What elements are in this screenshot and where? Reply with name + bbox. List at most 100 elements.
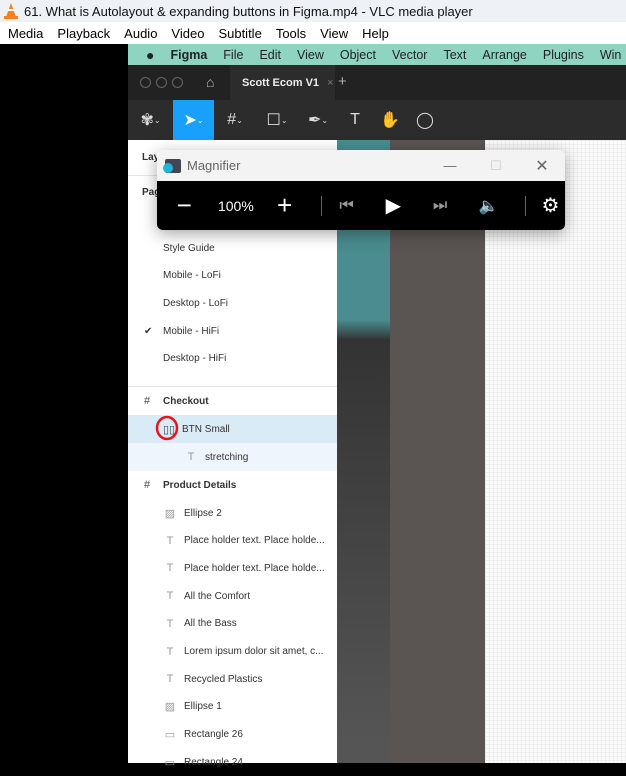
page-label: Mobile - LoFi — [163, 270, 221, 282]
menu-audio[interactable]: Audio — [124, 26, 163, 41]
magnifier-title: Magnifier — [187, 158, 241, 173]
menu-tools[interactable]: Tools — [276, 26, 312, 41]
layer-label: Lorem ipsum dolor sit amet, c... — [184, 646, 324, 657]
rectangle-icon: ▭ — [164, 756, 176, 769]
maximize-button[interactable]: ☐ — [473, 158, 519, 174]
menu-video[interactable]: Video — [171, 26, 210, 41]
layer-label: Product Details — [163, 479, 237, 491]
layer-item[interactable]: T Place holder text. Place holde... — [128, 554, 337, 582]
layer-label: All the Bass — [184, 618, 237, 630]
page-item[interactable]: Mobile - LoFi — [128, 262, 337, 290]
page-item[interactable]: ✔ Mobile - HiFi — [128, 317, 337, 345]
layer-label: Ellipse 1 — [184, 701, 222, 713]
comment-tool-button[interactable]: ◯ — [408, 100, 442, 140]
mac-menu-object[interactable]: Object — [340, 48, 376, 62]
layer-item[interactable]: ▨ Ellipse 2 — [128, 499, 337, 527]
next-icon[interactable]: ⏭ — [427, 181, 452, 230]
figma-app-menu[interactable]: Figma — [170, 48, 207, 62]
mac-menu-plugins[interactable]: Plugins — [543, 48, 584, 62]
menu-media[interactable]: Media — [8, 26, 49, 41]
text-icon: T — [166, 562, 174, 575]
canvas-image[interactable] — [337, 140, 390, 763]
layer-item[interactable]: T Recycled Plastics — [128, 665, 337, 693]
page-label: Mobile - HiFi — [163, 325, 220, 337]
layer-btn-small[interactable]: ▯▯ BTN Small — [128, 415, 337, 443]
frame-tool-button[interactable]: # ⌄ — [214, 100, 256, 140]
mac-menu-view[interactable]: View — [297, 48, 324, 62]
page-label: Desktop - LoFi — [163, 297, 229, 309]
menu-view[interactable]: View — [320, 26, 354, 41]
page-item[interactable]: Desktop - LoFi — [128, 289, 337, 317]
layer-label: Rectangle 24 — [184, 756, 243, 768]
new-tab-button[interactable]: + — [338, 73, 347, 90]
mac-menu-bar: ● Figma File Edit View Object Vector Text Arra… — [128, 44, 626, 65]
minimize-button[interactable]: — — [427, 158, 473, 173]
rectangle-icon: ▭ — [164, 729, 176, 742]
layer-item[interactable]: T All the Comfort — [128, 582, 337, 610]
frame-icon: # — [143, 395, 151, 407]
layer-label: Checkout — [163, 395, 209, 407]
mac-menu-vector[interactable]: Vector — [392, 48, 427, 62]
magnifier-titlebar: Magnifier — ☐ ✕ — [157, 150, 565, 181]
layer-text-stretching[interactable]: Tstretching — [128, 443, 337, 471]
pen-tool-button[interactable]: ✒ ⌄ — [298, 100, 338, 140]
text-tool-button[interactable]: T — [338, 100, 372, 140]
close-button[interactable]: ✕ — [519, 156, 565, 176]
layer-label: Place holder text. Place holde... — [184, 562, 325, 574]
magnifier-toolbar: − 100% + ⏮ ▶ ⏭ 🔈 ⚙ — [157, 181, 565, 230]
layer-frame-checkout[interactable]: # Checkout — [128, 387, 337, 415]
image-icon: ▨ — [164, 507, 176, 520]
mac-menu-file[interactable]: File — [223, 48, 243, 62]
canvas-frame[interactable] — [390, 140, 485, 763]
page-label: Style Guide — [163, 242, 215, 254]
previous-icon[interactable]: ⏮ — [334, 181, 359, 230]
page-item[interactable]: Desktop - HiFi — [128, 345, 337, 373]
settings-gear-icon[interactable]: ⚙ — [536, 181, 565, 230]
hand-tool-button[interactable]: ✋ — [372, 100, 408, 140]
layer-label: BTN Small — [182, 423, 230, 435]
mac-menu-edit[interactable]: Edit — [259, 48, 281, 62]
menu-subtitle[interactable]: Subtitle — [218, 26, 267, 41]
zoom-level: 100% — [217, 197, 254, 214]
menu-bar: Media Playback Audio Video Subtitle Tools View… — [0, 22, 626, 44]
text-icon: T — [166, 617, 174, 630]
canvas-background[interactable] — [485, 140, 626, 763]
text-icon: T — [166, 534, 174, 547]
page-label: Desktop - HiFi — [163, 353, 227, 365]
layer-item[interactable]: T All the Bass — [128, 610, 337, 638]
main-menu-button[interactable]: ✾ ⌄ — [128, 100, 173, 140]
layer-item[interactable]: ▭ Rectangle 24 — [128, 748, 337, 776]
layer-item[interactable]: ▨ Ellipse 1 — [128, 693, 337, 721]
text-icon: T — [166, 645, 174, 658]
apple-icon[interactable]: ● — [146, 47, 154, 63]
layer-label: All the Comfort — [184, 590, 251, 602]
zoom-out-button[interactable]: − — [157, 181, 212, 230]
menu-playback[interactable]: Playback — [57, 26, 116, 41]
frame-icon: # — [143, 479, 151, 491]
window-controls[interactable] — [140, 77, 183, 88]
read-from-cursor-icon[interactable]: 🔈 — [453, 181, 525, 230]
text-icon: T — [166, 673, 174, 686]
image-icon: ▨ — [164, 701, 176, 714]
close-tab-icon[interactable]: × — [327, 77, 333, 89]
home-icon[interactable]: ⌂ — [206, 74, 214, 90]
zoom-in-button[interactable]: + — [260, 181, 309, 230]
mac-menu-win[interactable]: Win — [600, 48, 622, 62]
rectangle-tool-button[interactable]: ☐ ⌄ — [256, 100, 298, 140]
menu-help[interactable]: Help — [362, 26, 395, 41]
window-titlebar: 61. What is Autolayout & expanding butto… — [0, 0, 626, 22]
layer-item[interactable]: T Lorem ipsum dolor sit amet, c... — [128, 638, 337, 666]
layer-item[interactable]: ▭ Rectangle 26 — [128, 721, 337, 749]
play-icon[interactable]: ▶ — [359, 181, 427, 230]
magnifier-window: Magnifier — ☐ ✕ − 100% + ⏮ ▶ ⏭ 🔈 ⚙ — [157, 150, 565, 230]
mac-menu-text[interactable]: Text — [443, 48, 466, 62]
layer-frame-product-details[interactable]: # Product Details — [128, 471, 337, 499]
mac-menu-arrange[interactable]: Arrange — [482, 48, 526, 62]
layer-item[interactable]: T Place holder text. Place holde... — [128, 527, 337, 555]
move-tool-button[interactable]: ➤ ⌄ — [173, 100, 214, 140]
page-item[interactable]: Style Guide — [128, 234, 337, 262]
layers-panel: Lay Pag Style Guide Mobile - LoFi Desktop … — [128, 140, 337, 769]
tab-scott-ecom[interactable]: Scott Ecom V1 × — [230, 65, 335, 100]
magnifier-app-icon — [163, 158, 181, 173]
layer-label: stretching — [205, 451, 249, 463]
